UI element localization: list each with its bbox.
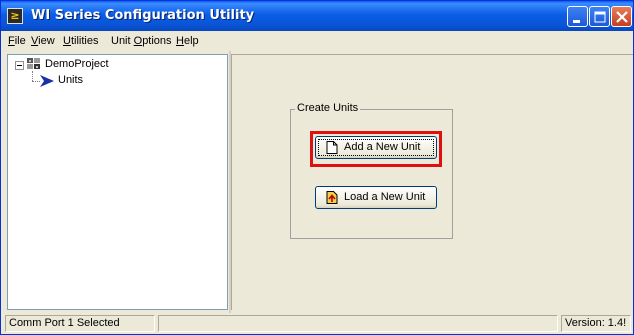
menu-bar: File View Utilities Unit Options Help bbox=[1, 31, 633, 51]
add-new-unit-button[interactable]: Add a New Unit bbox=[315, 136, 437, 159]
menu-utilities[interactable]: Utilities bbox=[63, 35, 98, 47]
mnemonic-underline: H bbox=[176, 35, 184, 47]
menu-unit-options[interactable]: Unit Options bbox=[111, 35, 172, 47]
menu-help[interactable]: Help bbox=[176, 35, 199, 47]
maximize-button[interactable] bbox=[589, 6, 610, 27]
status-empty-panel bbox=[158, 315, 558, 332]
mnemonic-underline: O bbox=[133, 35, 143, 47]
title-bar[interactable]: ≥ WI Series Configuration Utility bbox=[1, 1, 633, 31]
app-window: ≥ WI Series Configuration Utility File V… bbox=[0, 0, 634, 335]
new-document-icon bbox=[326, 141, 338, 154]
menu-file[interactable]: File bbox=[8, 35, 26, 47]
minimize-icon bbox=[573, 20, 580, 23]
main-content: Create Units Add a New Unit Load a New U… bbox=[231, 54, 633, 310]
load-new-unit-button[interactable]: Load a New Unit bbox=[315, 186, 437, 209]
load-unit-icon bbox=[326, 191, 338, 204]
status-version: Version: 1.4! bbox=[561, 315, 631, 332]
minimize-button[interactable] bbox=[567, 6, 588, 27]
close-icon bbox=[616, 11, 628, 23]
mnemonic-underline: U bbox=[63, 35, 71, 47]
status-port: Comm Port 1 Selected bbox=[5, 315, 155, 332]
add-new-unit-label: Add a New Unit bbox=[344, 141, 421, 153]
tree-connector bbox=[32, 71, 33, 81]
close-button[interactable] bbox=[611, 6, 632, 27]
tree-node-demoproject[interactable]: DemoProject bbox=[45, 58, 109, 70]
maximize-icon bbox=[594, 11, 606, 23]
create-units-group: Create Units Add a New Unit Load a New U… bbox=[290, 102, 453, 239]
project-tree[interactable]: DemoProject Units bbox=[7, 54, 228, 310]
window-title: WI Series Configuration Utility bbox=[31, 8, 255, 23]
app-icon[interactable]: ≥ bbox=[7, 8, 23, 24]
status-bar: Comm Port 1 Selected Version: 1.4! bbox=[1, 313, 633, 334]
group-label: Create Units bbox=[295, 102, 361, 114]
collapse-toggle[interactable] bbox=[15, 61, 24, 70]
mnemonic-underline: F bbox=[8, 35, 15, 47]
load-new-unit-label: Load a New Unit bbox=[344, 191, 426, 203]
project-icon bbox=[27, 58, 40, 69]
tree-node-units[interactable]: Units bbox=[58, 74, 83, 86]
menu-view[interactable]: View bbox=[31, 35, 55, 47]
arrow-right-icon bbox=[40, 75, 54, 87]
mnemonic-underline: V bbox=[31, 35, 39, 47]
